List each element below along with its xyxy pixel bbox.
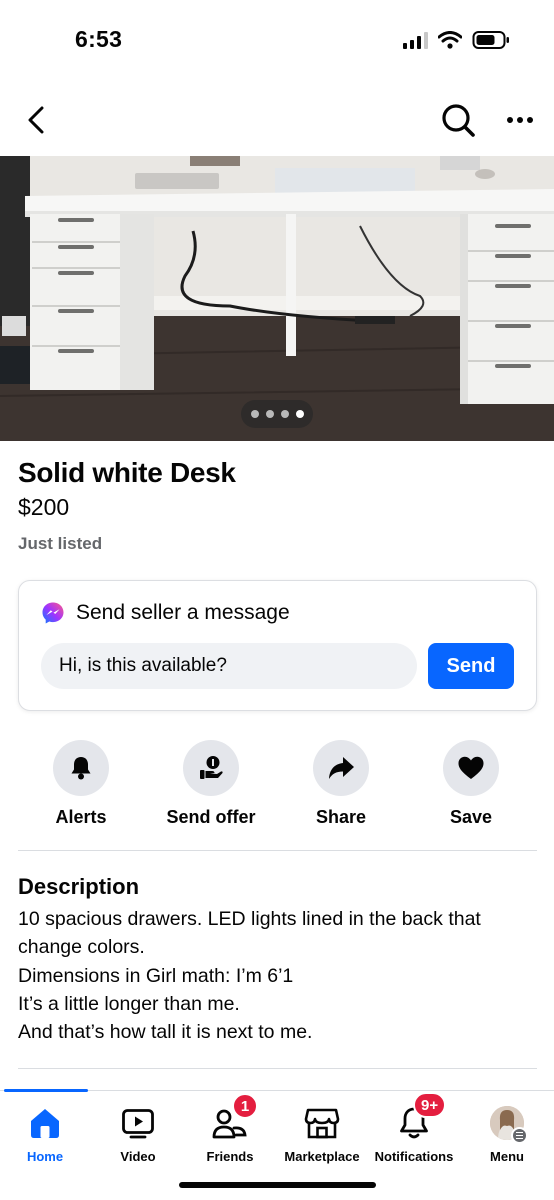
listing-title: Solid white Desk [18, 457, 236, 488]
message-card-title: Send seller a message [76, 601, 290, 624]
photo-pager[interactable] [241, 400, 313, 428]
friends-badge: 1 [232, 1093, 258, 1119]
divider [18, 1068, 537, 1069]
action-label: Share [315, 807, 367, 827]
share-circle [313, 740, 369, 796]
bell-icon [71, 757, 91, 780]
share-button[interactable]: Share [281, 740, 401, 828]
tab-menu[interactable]: Menu [457, 1103, 554, 1164]
tab-label: Marketplace [284, 1149, 360, 1164]
description-text: 10 spacious drawers. LED lights lined in… [18, 905, 543, 1046]
tab-home[interactable]: Home [0, 1103, 95, 1164]
notifications-badge: 9+ [413, 1092, 447, 1118]
tab-label: Notifications [374, 1149, 454, 1164]
notifications-icon-wrap: 9+ [394, 1092, 447, 1143]
alerts-button[interactable]: Alerts [21, 740, 141, 828]
description-line: And that’s how tall it is next to me. [18, 1021, 313, 1044]
message-card-header: Send seller a message [41, 601, 290, 625]
send-offer-button[interactable]: Send offer [151, 740, 271, 828]
video-icon [122, 1109, 154, 1139]
more-options-button[interactable] [500, 102, 540, 138]
search-button[interactable] [438, 98, 478, 142]
action-label: Send offer [166, 807, 256, 827]
action-label: Save [449, 807, 493, 827]
marketplace-icon [304, 1108, 340, 1139]
video-icon-wrap [118, 1103, 158, 1143]
status-time: 6:53 [75, 26, 123, 52]
tab-label: Menu [490, 1149, 524, 1164]
message-seller-card: Send seller a message Send [18, 580, 537, 711]
pager-dot-active[interactable] [295, 410, 304, 418]
tab-notifications[interactable]: 9+ Notifications [364, 1092, 464, 1164]
cellular-signal-icon [403, 31, 428, 49]
save-button[interactable]: Save [411, 740, 531, 828]
more-options-icon [507, 117, 533, 123]
divider [18, 850, 537, 851]
messenger-icon [42, 602, 64, 624]
home-icon-wrap [25, 1103, 65, 1143]
tab-video[interactable]: Video [88, 1103, 188, 1164]
tab-friends[interactable]: 1 Friends [180, 1093, 280, 1164]
battery-icon [472, 31, 509, 49]
tab-label: Video [120, 1149, 156, 1164]
send-offer-circle [183, 740, 239, 796]
alerts-circle [53, 740, 109, 796]
listing-price: $200 [18, 494, 70, 520]
listing-status: Just listed [18, 534, 103, 553]
marketplace-icon-wrap [302, 1103, 342, 1143]
desk-photo-illustration [0, 156, 554, 441]
description-line: 10 spacious drawers. LED lights lined in… [18, 908, 481, 930]
listing-photo[interactable] [0, 156, 554, 441]
menu-hamburger-icon [511, 1127, 528, 1144]
search-icon [442, 104, 475, 137]
action-label: Alerts [55, 807, 107, 827]
top-nav [0, 94, 554, 146]
wifi-icon [438, 31, 462, 49]
heart-icon [458, 756, 484, 779]
tab-marketplace[interactable]: Marketplace [272, 1103, 372, 1164]
description-line: It’s a little longer than me. [18, 992, 240, 1015]
pager-dot[interactable] [280, 410, 289, 418]
description-line: change colors. [18, 936, 145, 959]
home-indicator [179, 1182, 376, 1188]
save-circle [443, 740, 499, 796]
menu-icon-wrap [487, 1103, 528, 1144]
active-tab-indicator [4, 1089, 88, 1092]
pager-dot[interactable] [265, 410, 274, 418]
tab-label: Friends [206, 1149, 254, 1164]
friends-icon-wrap: 1 [210, 1093, 258, 1143]
back-chevron-icon [28, 106, 44, 134]
back-button[interactable] [18, 100, 54, 140]
tab-label: Home [26, 1149, 64, 1164]
status-icons [403, 30, 510, 50]
description-line: Dimensions in Girl math: I’m 6’1 [18, 964, 294, 987]
home-icon [31, 1109, 59, 1138]
send-button[interactable]: Send [428, 643, 514, 689]
offer-hand-icon [200, 756, 223, 779]
message-input[interactable] [41, 643, 417, 689]
share-arrow-icon [329, 757, 354, 779]
pager-dot[interactable] [250, 410, 259, 418]
description-heading: Description [18, 874, 140, 899]
status-bar: 6:53 [0, 0, 554, 80]
